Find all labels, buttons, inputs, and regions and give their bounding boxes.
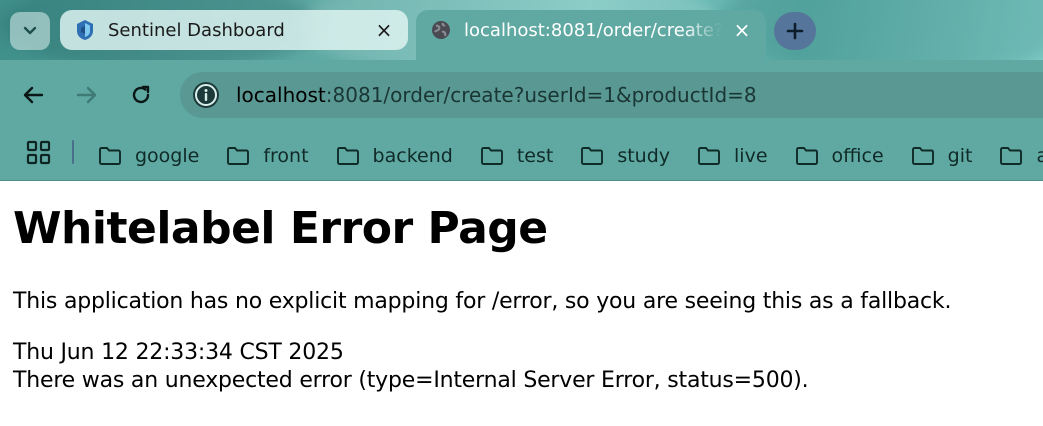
bookmark-live[interactable]: live — [697, 145, 768, 167]
bookmark-label: office — [831, 144, 884, 167]
new-tab-button[interactable] — [774, 12, 816, 50]
folder-icon — [99, 146, 121, 165]
bookmark-label: git — [947, 144, 973, 167]
folder-icon — [698, 146, 720, 165]
reload-button[interactable] — [124, 78, 158, 112]
back-arrow-icon — [23, 86, 44, 104]
toolbar: localhost:8081/order/create?userId=1&pro… — [0, 60, 1043, 130]
site-info-icon[interactable] — [193, 82, 219, 108]
bookmark-google[interactable]: google — [98, 145, 199, 167]
error-timestamp: Thu Jun 12 22:33:34 CST 2025 — [13, 340, 344, 365]
folder-icon — [227, 146, 250, 165]
url-text[interactable]: localhost:8081/order/create?userId=1&pro… — [236, 83, 757, 107]
folder-icon — [480, 146, 503, 165]
folder-icon — [336, 146, 359, 165]
tab-localhost-order-create[interactable]: localhost:8081/order/create?userId=1&pro… — [416, 10, 766, 60]
tab-title: localhost:8081/order/create?userId=1&pro… — [464, 19, 722, 41]
error-details: There was an unexpected error (type=Inte… — [13, 368, 809, 393]
tab-search-button[interactable] — [10, 12, 50, 50]
bookmark-api-m[interactable]: api_m — [999, 145, 1043, 167]
bookmark-label: api_m — [1036, 145, 1043, 167]
folder-icon — [911, 146, 934, 165]
bookmark-label: study — [617, 144, 671, 167]
bookmark-front[interactable]: front — [226, 144, 309, 167]
page-content: Whitelabel Error Page This application h… — [13, 181, 1043, 395]
error-message: This application has no explicit mapping… — [13, 289, 952, 314]
apps-grid-icon[interactable] — [26, 140, 52, 166]
url-host: localhost — [236, 83, 326, 107]
tab-sentinel-dashboard[interactable]: Sentinel Dashboard × — [60, 10, 408, 50]
reload-icon — [132, 85, 150, 104]
bookmark-label: live — [734, 144, 768, 167]
url-path: :8081/order/create?userId=1&productId=8 — [325, 83, 757, 107]
forward-button[interactable] — [70, 78, 104, 112]
bookmarks-bar: google front backend test study live office git… — [0, 130, 1043, 181]
browser-chrome: Sentinel Dashboard × localhost:8081/orde… — [0, 0, 1043, 181]
page-heading: Whitelabel Error Page — [13, 203, 548, 254]
bookmark-office[interactable]: office — [795, 145, 884, 167]
bookmark-study[interactable]: study — [580, 145, 670, 167]
bookmark-label: test — [516, 144, 554, 167]
bookmark-label: google — [135, 144, 200, 167]
folder-icon — [795, 146, 818, 165]
bookmark-label: backend — [372, 144, 453, 167]
bookmark-test[interactable]: test — [480, 144, 554, 167]
bookmark-label: front — [263, 144, 309, 167]
chevron-down-icon — [23, 26, 37, 35]
forward-arrow-icon — [76, 86, 97, 104]
tab-close-icon[interactable]: × — [374, 20, 394, 40]
tab-title: Sentinel Dashboard — [108, 19, 285, 41]
tab-close-icon[interactable]: × — [732, 20, 752, 40]
back-button[interactable] — [16, 78, 50, 112]
bookmark-git[interactable]: git — [911, 144, 973, 167]
plus-icon — [786, 22, 804, 40]
address-bar[interactable]: localhost:8081/order/create?userId=1&pro… — [180, 72, 1043, 118]
folder-icon — [581, 146, 604, 165]
bookmark-list: google front backend test study live office git… — [98, 130, 1043, 180]
sentinel-shield-icon — [74, 19, 96, 41]
bookmarks-separator — [72, 140, 74, 164]
bookmark-backend[interactable]: backend — [336, 145, 453, 167]
globe-icon — [430, 19, 452, 41]
folder-icon — [1000, 146, 1023, 165]
